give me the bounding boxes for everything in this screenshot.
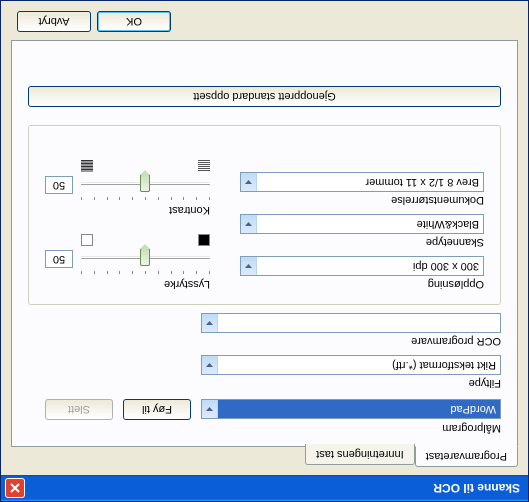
- ocr-software-combo[interactable]: [201, 313, 501, 333]
- scantype-value: Black&White: [257, 218, 483, 230]
- target-program-value: WordPad: [218, 404, 500, 416]
- ok-button[interactable]: OK: [97, 11, 171, 32]
- titlebar: Skanne til OCR: [1, 475, 528, 501]
- dialog-buttons: OK Avbryt: [11, 11, 518, 40]
- slider-thumb[interactable]: [141, 174, 151, 192]
- chevron-down-icon: [202, 356, 218, 374]
- chevron-down-icon: [241, 257, 257, 275]
- scantype-label: Skannetype: [240, 236, 484, 248]
- docsize-label: Dokumentstørrelse: [240, 194, 484, 206]
- filetype-combo[interactable]: Rikt tekstformat (*.rtf): [201, 355, 501, 375]
- cancel-button[interactable]: Avbryt: [17, 11, 91, 32]
- brightness-slider[interactable]: [81, 248, 210, 272]
- window-title: Skanne til OCR: [25, 481, 524, 495]
- scan-settings-group: Oppløsning 300 x 300 dpi Skannetype Blac…: [28, 125, 501, 305]
- target-program-label: Målprogram: [28, 422, 501, 434]
- filetype-value: Rikt tekstformat (*.rtf): [218, 359, 500, 371]
- chevron-down-icon: [241, 173, 257, 191]
- chevron-down-icon: [202, 314, 218, 332]
- contrast-label: Kontrast: [45, 204, 210, 216]
- resolution-combo[interactable]: 300 x 300 dpi: [240, 256, 484, 276]
- filetype-label: Filtype: [28, 377, 501, 389]
- brightness-dark-icon: [198, 234, 210, 246]
- tab-device-label: Innretningens tast: [316, 448, 403, 460]
- tab-panel: Målprogram WordPad Føy til Slett Filtype…: [11, 40, 518, 447]
- contrast-high-icon: [81, 160, 93, 172]
- docsize-value: Brev 8 1/2 x 11 tommer: [257, 176, 483, 188]
- brightness-value[interactable]: 50: [45, 250, 73, 268]
- resolution-label: Oppløsning: [240, 278, 484, 290]
- dialog-window: Skanne til OCR Programvaretast Innretnin…: [0, 0, 529, 502]
- content-area: Programvaretast Innretningens tast Målpr…: [1, 1, 528, 475]
- add-button[interactable]: Føy til: [123, 399, 191, 420]
- resolution-value: 300 x 300 dpi: [257, 260, 483, 272]
- close-icon: [10, 483, 20, 493]
- docsize-combo[interactable]: Brev 8 1/2 x 11 tommer: [240, 172, 484, 192]
- tab-device[interactable]: Innretningens tast: [305, 444, 414, 465]
- chevron-down-icon: [241, 215, 257, 233]
- ocr-software-label: OCR programvare: [28, 335, 501, 347]
- close-button[interactable]: [5, 478, 25, 498]
- target-program-combo[interactable]: WordPad: [201, 400, 501, 420]
- slider-thumb[interactable]: [141, 248, 151, 266]
- contrast-low-icon: [198, 160, 210, 172]
- scantype-combo[interactable]: Black&White: [240, 214, 484, 234]
- brightness-label: Lysstyrke: [45, 278, 210, 290]
- restore-defaults-button[interactable]: Gjenopprett standard oppsett: [28, 86, 501, 107]
- tab-strip: Programvaretast Innretningens tast: [11, 446, 518, 467]
- tab-software-label: Programvaretast: [426, 450, 507, 462]
- delete-button: Slett: [45, 399, 113, 420]
- contrast-value[interactable]: 50: [45, 176, 73, 194]
- brightness-light-icon: [81, 234, 93, 246]
- chevron-down-icon: [202, 401, 218, 419]
- tab-software[interactable]: Programvaretast: [415, 446, 518, 467]
- contrast-slider[interactable]: [81, 174, 210, 198]
